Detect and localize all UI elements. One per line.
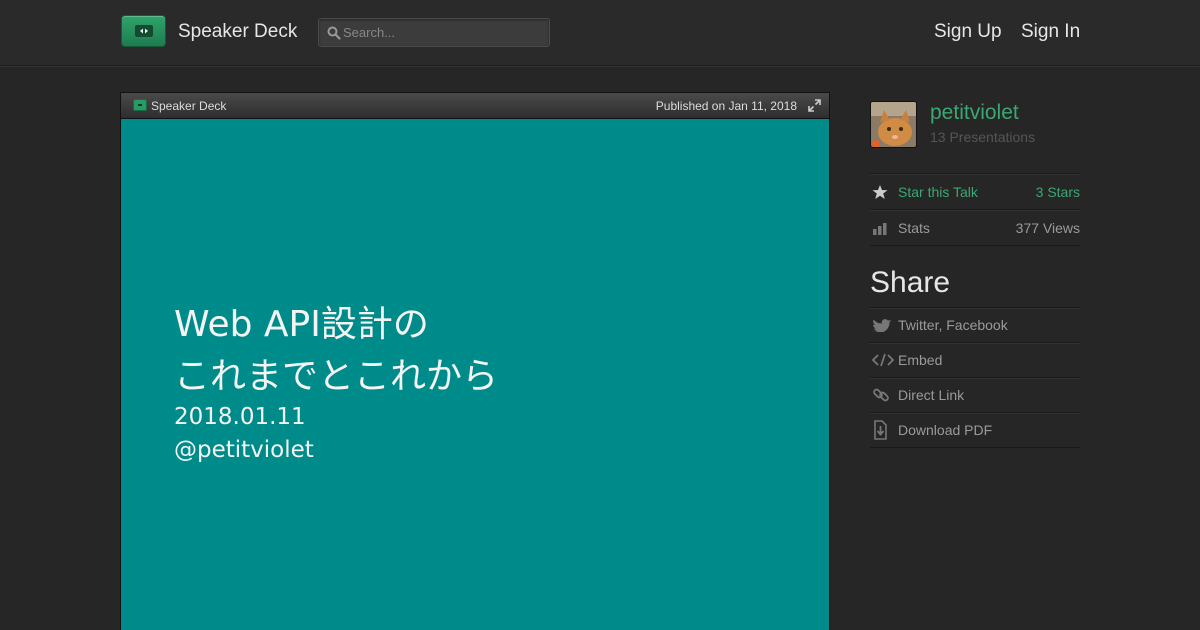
- share-item-label[interactable]: Twitter, Facebook: [898, 317, 1008, 333]
- slide-author: @petitviolet: [174, 437, 314, 463]
- code-icon: [872, 353, 894, 367]
- slide-title-line1: Web API設計の: [174, 304, 429, 345]
- share-item-label[interactable]: Download PDF: [898, 422, 992, 438]
- speakerdeck-small-icon: [133, 99, 147, 111]
- share-twitter-facebook[interactable]: Twitter, Facebook: [870, 307, 1080, 342]
- top-header: Speaker Deck Sign Up Sign In: [0, 0, 1200, 66]
- search-box[interactable]: [318, 18, 550, 47]
- sign-up-link[interactable]: Sign Up: [934, 21, 1002, 43]
- search-input[interactable]: [343, 23, 543, 42]
- author-avatar[interactable]: [870, 101, 917, 148]
- star-icon: [872, 184, 888, 199]
- slide-title-line2: これまでとこれから: [174, 356, 499, 397]
- view-count: 377 Views: [1015, 220, 1080, 236]
- share-direct-link[interactable]: Direct Link: [870, 377, 1080, 412]
- stats-label[interactable]: Stats: [898, 220, 930, 236]
- slide-date: 2018.01.11: [174, 404, 306, 430]
- share-download-pdf[interactable]: Download PDF: [870, 412, 1080, 448]
- share-heading: Share: [870, 266, 951, 299]
- download-icon: [874, 420, 887, 440]
- presentation-count: 13 Presentations: [930, 129, 1036, 145]
- star-talk-label[interactable]: Star this Talk: [898, 184, 978, 200]
- slide-canvas[interactable]: Web API設計の これまでとこれから 2018.01.11 @petitvi…: [121, 119, 829, 630]
- slide-player: Speaker Deck Published on Jan 11, 2018 W…: [120, 92, 830, 630]
- share-embed[interactable]: Embed: [870, 342, 1080, 377]
- share-item-label[interactable]: Direct Link: [898, 387, 964, 403]
- published-date: Published on Jan 11, 2018: [655, 99, 797, 113]
- search-icon: [327, 26, 341, 40]
- fullscreen-icon[interactable]: [808, 99, 821, 112]
- player-brand[interactable]: Speaker Deck: [151, 99, 226, 113]
- link-icon: [873, 388, 889, 402]
- stats-row[interactable]: Stats 377 Views: [870, 209, 1080, 246]
- logo-icon[interactable]: [121, 15, 166, 47]
- author-name[interactable]: petitviolet: [930, 101, 1019, 125]
- brand-name[interactable]: Speaker Deck: [178, 21, 297, 43]
- twitter-bird-icon: [872, 319, 891, 332]
- star-count: 3 Stars: [1035, 184, 1080, 200]
- sign-in-link[interactable]: Sign In: [1021, 21, 1080, 43]
- slide-title: Web API設計の これまでとこれから: [174, 299, 498, 403]
- bar-chart-icon: [873, 222, 887, 235]
- player-toolbar: Speaker Deck Published on Jan 11, 2018: [121, 93, 829, 119]
- star-talk-row[interactable]: Star this Talk 3 Stars: [870, 173, 1080, 209]
- share-item-label[interactable]: Embed: [898, 352, 942, 368]
